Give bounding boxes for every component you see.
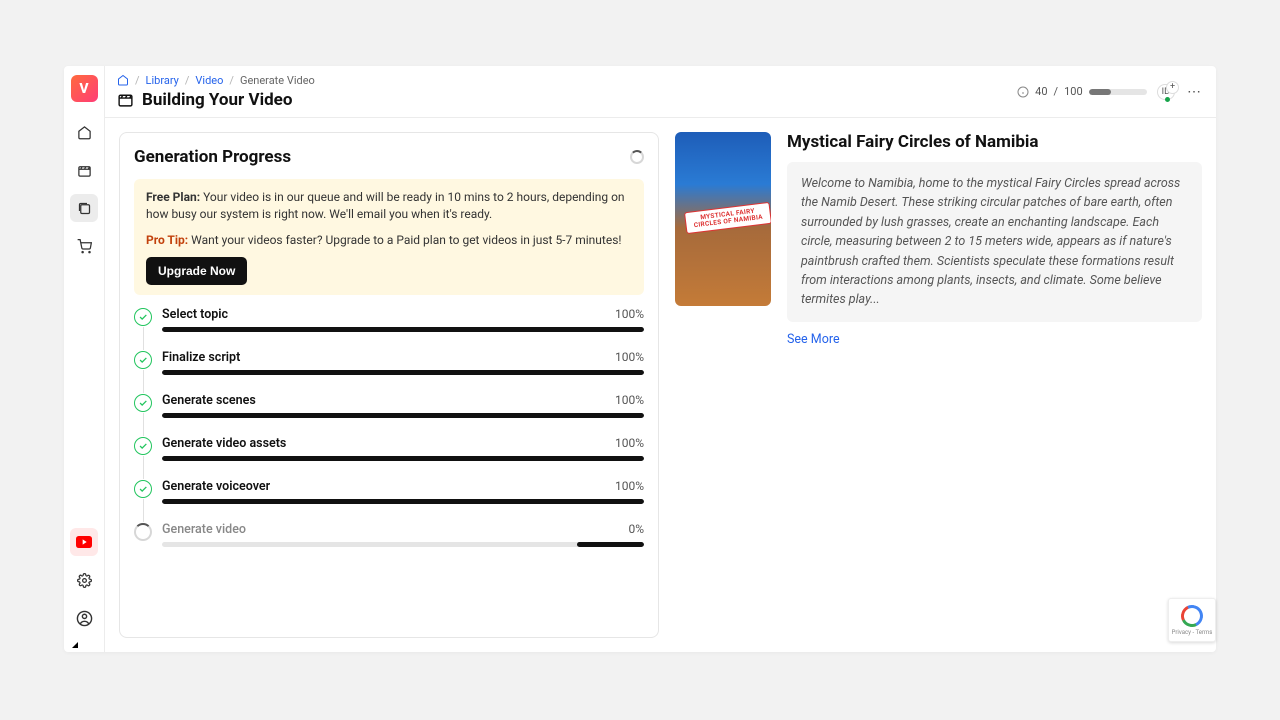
breadcrumb-home-icon[interactable] [117,74,129,86]
step-percent: 0% [628,522,644,537]
page-title: Building Your Video [142,90,292,110]
step-percent: 100% [615,350,644,365]
step-label: Generate video assets [162,436,286,451]
step-progress-bar [162,456,644,461]
progress-step: Generate video assets 100% [134,436,644,461]
progress-step: Generate voiceover 100% [134,479,644,504]
step-progress-bar [162,542,644,547]
credits-used: 40 [1035,85,1047,98]
step-label: Select topic [162,307,228,322]
app-logo[interactable]: V [71,75,98,102]
sidebar: V [64,66,104,652]
more-menu-icon[interactable]: ⋯ [1185,82,1204,102]
loading-spinner-icon [630,150,644,164]
pro-tip-text: Want your videos faster? Upgrade to a Pa… [188,233,621,247]
see-more-link[interactable]: See More [787,332,1202,347]
plan-notice: Free Plan: Your video is in our queue an… [134,179,644,295]
id-badge[interactable]: ID [1157,84,1175,100]
sidebar-settings-icon[interactable] [70,566,98,594]
progress-step: Generate video 0% [134,522,644,547]
progress-step: Select topic 100% [134,307,644,332]
step-label: Generate video [162,522,246,537]
check-circle-icon [134,480,152,498]
step-progress-bar [162,499,644,504]
step-percent: 100% [615,436,644,451]
credits-meter: 40 / 100 [1017,85,1146,98]
breadcrumb: / Library / Video / Generate Video [117,74,315,87]
credits-total: 100 [1064,85,1083,98]
video-thumbnail[interactable]: MYSTICAL FAIRY CIRCLES OF NAMIBIA [675,132,771,306]
video-description: Welcome to Namibia, home to the mystical… [787,162,1202,322]
step-label: Generate voiceover [162,479,270,494]
plan-text: Your video is in our queue and will be r… [146,190,625,221]
step-label: Finalize script [162,350,240,365]
info-icon[interactable] [1017,86,1029,98]
video-title: Mystical Fairy Circles of Namibia [787,132,1202,152]
recaptcha-badge[interactable]: Privacy - Terms [1168,598,1216,642]
sidebar-home-icon[interactable] [70,118,98,146]
recaptcha-icon [1181,605,1203,627]
progress-step: Finalize script 100% [134,350,644,375]
topbar: / Library / Video / Generate Video Build… [105,66,1216,118]
check-circle-icon [134,394,152,412]
step-progress-bar [162,327,644,332]
step-percent: 100% [615,307,644,322]
progress-step: Generate scenes 100% [134,393,644,418]
breadcrumb-library[interactable]: Library [146,74,179,87]
sidebar-youtube-icon[interactable] [70,528,98,556]
step-percent: 100% [615,393,644,408]
progress-steps: Select topic100%Finalize script100%Gener… [134,307,644,547]
card-title: Generation Progress [134,147,291,167]
recaptcha-text: Privacy - Terms [1172,629,1213,636]
clapper-icon [117,91,134,108]
sidebar-library-icon[interactable] [70,194,98,222]
breadcrumb-current: Generate Video [240,74,315,87]
step-label: Generate scenes [162,393,256,408]
generation-progress-card: Generation Progress Free Plan: Your vide… [119,132,659,638]
breadcrumb-video[interactable]: Video [195,74,223,87]
resize-corner-icon [72,642,78,648]
sidebar-account-icon[interactable] [70,604,98,632]
pro-tip-label: Pro Tip: [146,233,188,247]
step-spinner-icon [134,523,152,541]
step-percent: 100% [615,479,644,494]
upgrade-button[interactable]: Upgrade Now [146,257,247,285]
check-circle-icon [134,351,152,369]
plan-label: Free Plan: [146,190,200,204]
check-circle-icon [134,437,152,455]
status-dot [1165,97,1170,102]
thumbnail-caption: MYSTICAL FAIRY CIRCLES OF NAMIBIA [684,202,771,235]
step-progress-bar [162,370,644,375]
sidebar-cart-icon[interactable] [70,232,98,260]
sidebar-clapper-icon[interactable] [70,156,98,184]
credits-bar [1089,89,1147,95]
check-circle-icon [134,308,152,326]
step-progress-bar [162,413,644,418]
